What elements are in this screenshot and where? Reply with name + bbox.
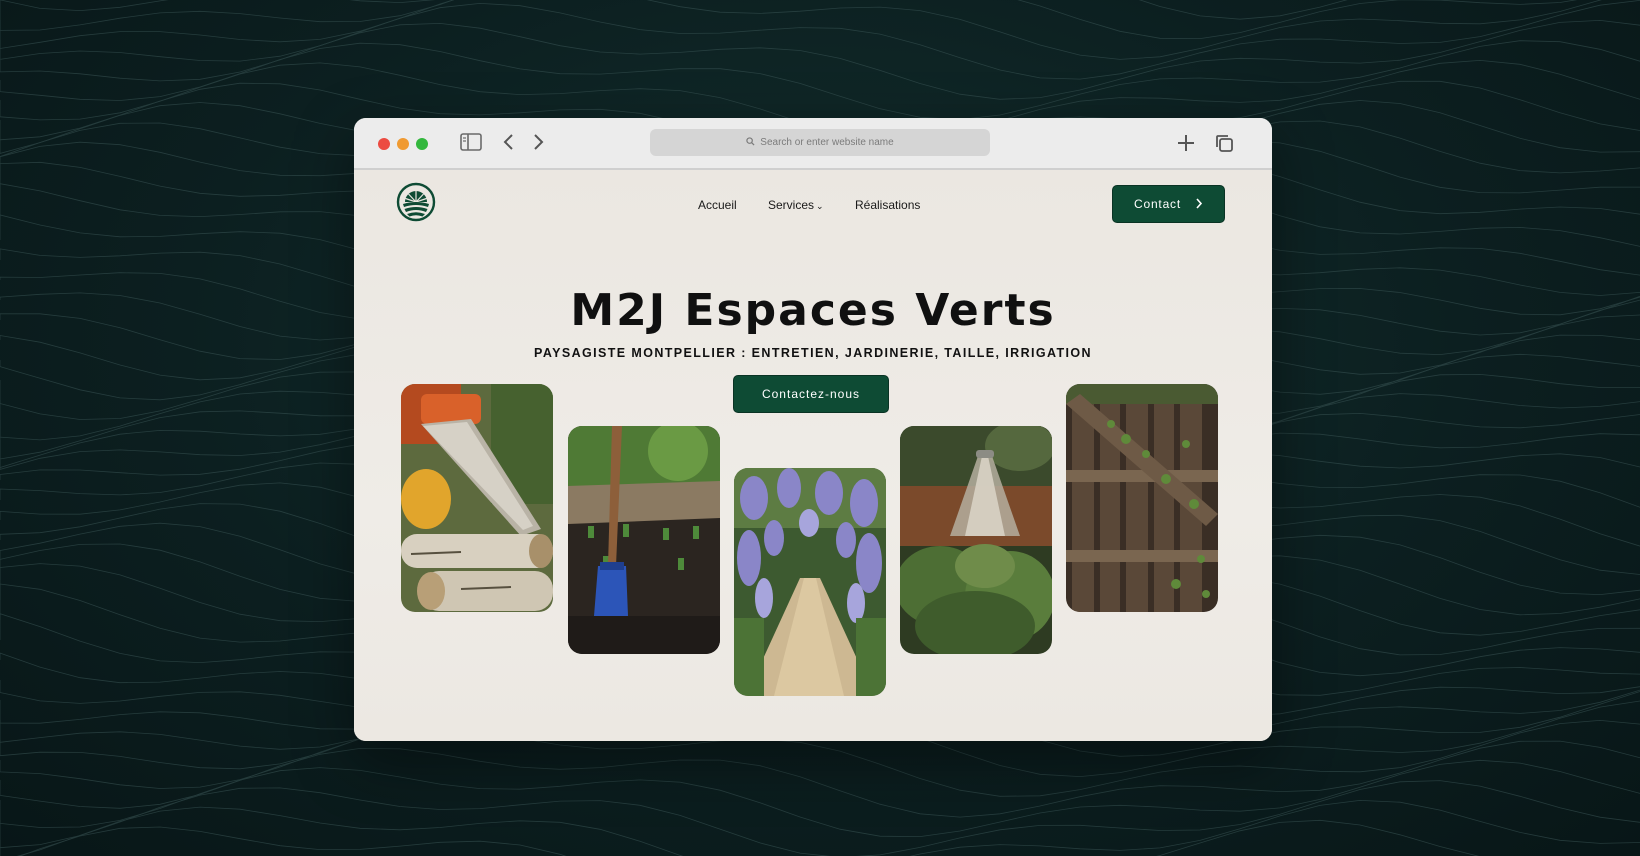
hero-subtitle: PAYSAGISTE MONTPELLIER : ENTRETIEN, JARD… (534, 346, 1092, 360)
maximize-window-button[interactable] (416, 138, 428, 150)
chevron-right-icon (1195, 197, 1203, 212)
browser-window: Search or enter website name Accueil Ser… (354, 118, 1272, 741)
forward-arrow-icon[interactable] (531, 133, 545, 155)
nav-realisations[interactable]: Réalisations (855, 198, 920, 212)
hero-title: M2J Espaces Verts (570, 285, 1056, 336)
address-bar-placeholder: Search or enter website name (760, 137, 894, 148)
photo-watering (900, 426, 1052, 654)
tabs-overview-icon[interactable] (1214, 133, 1234, 157)
sidebar-icon[interactable] (460, 133, 482, 155)
nav-services-label: Services (768, 198, 815, 212)
photo-chainsaw (401, 384, 553, 612)
close-window-button[interactable] (378, 138, 390, 150)
photo-wisteria-path (734, 468, 886, 696)
minimize-window-button[interactable] (397, 138, 409, 150)
contour-line (0, 0, 1578, 40)
contour-line (0, 780, 1640, 856)
contact-button-label: Contact (1134, 197, 1181, 211)
m2j-logo[interactable] (396, 182, 436, 222)
nav-accueil[interactable]: Accueil (698, 198, 737, 212)
website-page: Accueil Services ⌄ Réalisations Contact M… (354, 170, 1272, 741)
nav-services[interactable]: Services ⌄ (768, 198, 824, 212)
address-bar[interactable]: Search or enter website name (650, 129, 990, 156)
contour-line (0, 799, 1640, 856)
contact-button[interactable]: Contact (1112, 185, 1225, 223)
contour-line (0, 0, 1602, 60)
new-tab-icon[interactable] (1176, 133, 1196, 157)
search-icon (746, 136, 755, 149)
contactez-nous-button[interactable]: Contactez-nous (733, 375, 889, 413)
back-arrow-icon[interactable] (502, 133, 516, 155)
contour-line (0, 759, 1640, 838)
photo-spade (568, 426, 720, 654)
photo-wooden-gate (1066, 384, 1218, 612)
contour-line (0, 19, 1640, 100)
chevron-down-icon: ⌄ (816, 201, 824, 211)
browser-toolbar: Search or enter website name (354, 118, 1272, 170)
contour-line (0, 40, 1640, 120)
contour-line (19, 819, 1480, 856)
